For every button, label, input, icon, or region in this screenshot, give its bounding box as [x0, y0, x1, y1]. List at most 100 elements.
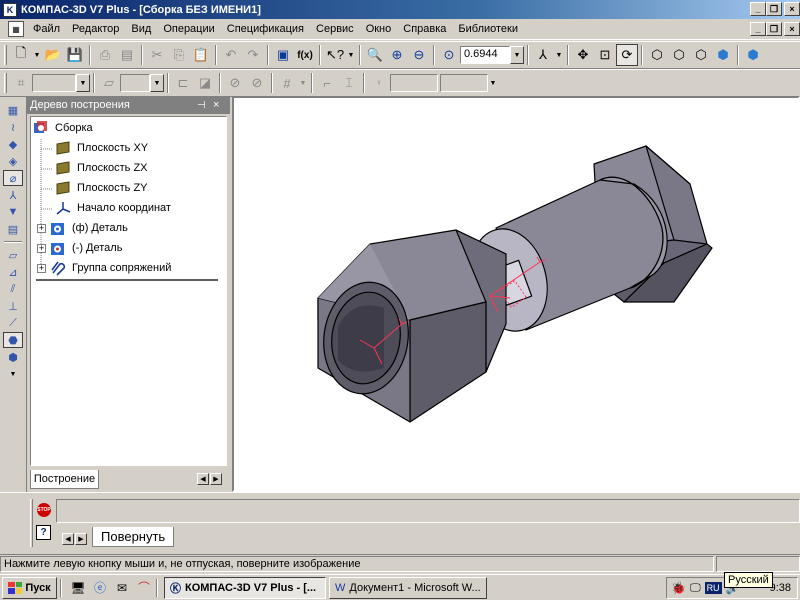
cut-icon[interactable]: ✂	[146, 44, 168, 66]
measure-panel-icon[interactable]: ⅄	[3, 187, 23, 203]
language-indicator[interactable]: RU	[704, 582, 722, 594]
expand-icon[interactable]: +	[37, 243, 46, 253]
coords-icon[interactable]: ᵞ	[368, 72, 390, 94]
preview-icon[interactable]: ▤	[116, 44, 138, 66]
variables-icon[interactable]: f(x)	[294, 44, 316, 66]
task-kompas[interactable]: Ⓚ КОМПАС-3D V7 Plus - [...	[164, 576, 326, 599]
dimension-panel-icon[interactable]: ◈	[3, 153, 23, 169]
toolbar-grip[interactable]	[4, 73, 7, 93]
step-dropdown-icon[interactable]: ▼	[76, 74, 90, 92]
cmd-tab-next-icon[interactable]: ▶	[75, 533, 87, 545]
snap-bind-icon[interactable]: ⊘	[224, 72, 246, 94]
snap-icon[interactable]: ⌗	[10, 72, 32, 94]
property-bar-grip[interactable]	[30, 499, 33, 547]
cmd-tab-prev-icon[interactable]: ◀	[62, 533, 74, 545]
cursor-mode-icon[interactable]: ⌐	[316, 72, 338, 94]
coords-dropdown-icon[interactable]: ▼	[488, 72, 498, 94]
grid-icon[interactable]: #	[276, 72, 298, 94]
undo-icon[interactable]: ↶	[220, 44, 242, 66]
axis-tool-icon[interactable]: ⟋	[3, 315, 23, 331]
layer-dropdown-icon[interactable]: ▼	[150, 74, 164, 92]
hidden-lines-icon[interactable]: ⬡	[668, 44, 690, 66]
menu-libraries[interactable]: Библиотеки	[452, 23, 524, 35]
tree-item-part-free[interactable]: + (-) Деталь	[37, 239, 122, 257]
desktop-icon[interactable]: 🖥	[69, 579, 87, 597]
tab-build[interactable]: Построение	[30, 470, 99, 489]
tab-rotate[interactable]: Повернуть	[92, 527, 175, 547]
close-button[interactable]: ×	[784, 2, 800, 16]
menu-operations[interactable]: Операции	[157, 23, 220, 35]
help-pointer-icon[interactable]: ↖?	[324, 44, 346, 66]
menu-service[interactable]: Сервис	[310, 23, 360, 35]
step-combo[interactable]	[32, 74, 76, 92]
orientation-dropdown-icon[interactable]: ▼	[554, 44, 564, 66]
outlook-icon[interactable]: ✉	[113, 579, 131, 597]
zoom-dropdown-icon[interactable]: ▼	[510, 46, 524, 64]
restore-button[interactable]: ❐	[766, 2, 782, 16]
ie-icon[interactable]: ⓔ	[91, 579, 109, 597]
menu-specification[interactable]: Спецификация	[221, 23, 310, 35]
build-panel-icon[interactable]: ◆	[3, 136, 23, 152]
task-word[interactable]: W Документ1 - Microsoft W...	[329, 576, 487, 599]
help-button[interactable]: ?	[36, 525, 51, 540]
ortho-icon[interactable]: ◪	[194, 72, 216, 94]
pin-icon[interactable]: ⊣	[197, 100, 206, 111]
minimize-button[interactable]: _	[750, 2, 766, 16]
shaded-icon[interactable]: ⬢	[712, 44, 734, 66]
wireframe-icon[interactable]: ⬡	[646, 44, 668, 66]
tree-item-plane-xy[interactable]: Плоскость XY	[55, 139, 148, 157]
help-dropdown-icon[interactable]: ▼	[346, 44, 356, 66]
open-folder-icon[interactable]: 📂	[42, 44, 64, 66]
snap-bind2-icon[interactable]: ⊘	[246, 72, 268, 94]
menu-help[interactable]: Справка	[397, 23, 452, 35]
redo-icon[interactable]: ↷	[242, 44, 264, 66]
pan-icon[interactable]: ✥	[572, 44, 594, 66]
menu-window[interactable]: Окно	[360, 23, 398, 35]
mates-panel-icon[interactable]: ⌀	[3, 170, 23, 186]
stop-button[interactable]: STOP	[37, 503, 51, 517]
layer-combo[interactable]	[120, 74, 150, 92]
hidden-thin-icon[interactable]: ⬡	[690, 44, 712, 66]
orientation-icon[interactable]: ⅄	[532, 44, 554, 66]
edit-panel-icon[interactable]: ≀	[3, 119, 23, 135]
component-tool-icon[interactable]: ⬣	[3, 332, 23, 348]
menu-edit[interactable]: Редактор	[66, 23, 125, 35]
tree-item-plane-zy[interactable]: Плоскость ZY	[55, 179, 148, 197]
zoom-input[interactable]: 0.6944	[460, 46, 510, 64]
zoom-fit-icon[interactable]: ⊡	[594, 44, 616, 66]
tree-item-assembly[interactable]: Сборка	[33, 119, 93, 137]
doc-close-button[interactable]: ×	[784, 22, 800, 36]
plane-tool-icon[interactable]: ▱	[3, 247, 23, 263]
rainbow-icon[interactable]: ⌒	[135, 579, 153, 597]
expand-icon[interactable]: +	[37, 263, 46, 273]
new-dropdown-icon[interactable]: ▼	[32, 44, 42, 66]
menu-file[interactable]: Файл	[27, 23, 66, 35]
grid-dropdown-icon[interactable]: ▼	[298, 72, 308, 94]
model-viewport[interactable]	[232, 96, 800, 492]
zoom-window-icon[interactable]: 🔍	[364, 44, 386, 66]
save-icon[interactable]: 💾	[64, 44, 86, 66]
tree-item-part-fixed[interactable]: + (ф) Деталь	[37, 219, 128, 237]
doc-restore-button[interactable]: ❐	[766, 22, 782, 36]
document-icon[interactable]: ▦	[8, 21, 24, 37]
plane-offset-icon[interactable]: ⫽	[3, 281, 23, 297]
manager-icon[interactable]: ▣	[272, 44, 294, 66]
x-coord-field[interactable]	[390, 74, 438, 92]
scroll-down-icon[interactable]: ▼	[3, 366, 23, 382]
perspective-icon[interactable]: ⬢	[742, 44, 764, 66]
bug-icon[interactable]: 🐞	[671, 581, 686, 595]
spec-panel-icon[interactable]: ▤	[3, 221, 23, 237]
tree-item-mates-group[interactable]: + Группа сопряжений	[37, 259, 171, 277]
filter-panel-icon[interactable]: ▼	[3, 204, 23, 220]
paste-icon[interactable]: 📋	[190, 44, 212, 66]
zoom-scale-icon[interactable]: ⊙	[438, 44, 460, 66]
toolbar-grip[interactable]	[4, 45, 7, 65]
doc-minimize-button[interactable]: _	[750, 22, 766, 36]
tree-item-plane-zx[interactable]: Плоскость ZX	[55, 159, 148, 177]
rotate-icon[interactable]: ⟳	[616, 44, 638, 66]
new-document-icon[interactable]: 🗋	[10, 44, 32, 66]
layer-icon[interactable]: ▱	[98, 72, 120, 94]
copy-icon[interactable]: ⎘	[168, 44, 190, 66]
zoom-in-icon[interactable]: ⊕	[386, 44, 408, 66]
kompas-app-icon[interactable]: K	[3, 2, 17, 17]
